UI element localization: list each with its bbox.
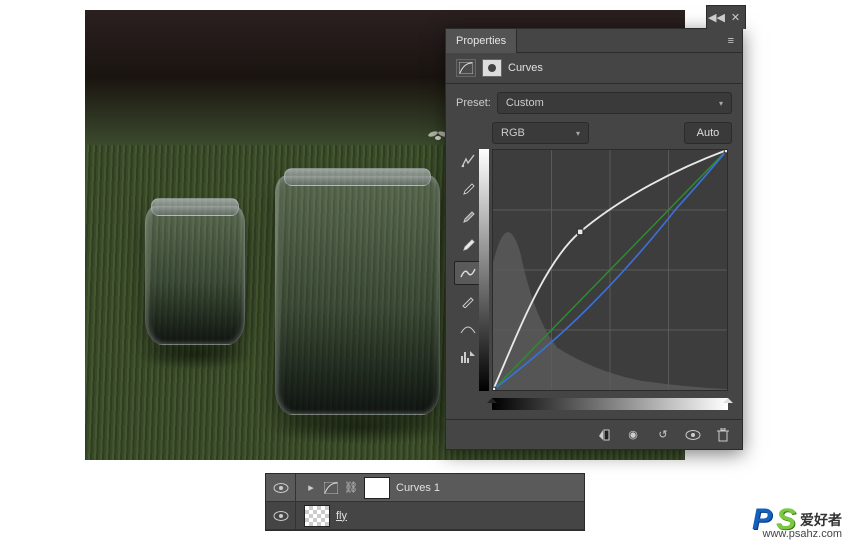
channel-select[interactable]: RGB ▾ (492, 122, 589, 144)
layer-row-fly[interactable]: fly (266, 502, 584, 530)
jar-shadow (265, 410, 455, 445)
link-icon[interactable]: ⛓ (344, 481, 358, 495)
panel-header: Properties ≡ (446, 29, 742, 53)
layer-row-curves[interactable]: ▸ ⛓ Curves 1 (266, 474, 584, 502)
visibility-toggle[interactable] (266, 474, 296, 502)
black-point-eyedropper-icon[interactable] (454, 177, 482, 201)
curves-thumb-icon (324, 481, 338, 495)
layer-thumb[interactable] (304, 505, 330, 527)
chevron-down-icon: ▾ (719, 99, 723, 108)
edit-points-tool-icon[interactable] (454, 261, 482, 285)
panel-collapse-bar[interactable]: ◀◀ ✕ (706, 5, 746, 29)
pencil-tool-icon[interactable] (454, 289, 482, 313)
visibility-toggle[interactable] (266, 502, 296, 530)
smooth-tool-icon[interactable] (454, 317, 482, 341)
watermark: P S 爱好者 www.psahz.com (752, 503, 842, 537)
reset-icon[interactable]: ↺ (654, 426, 672, 444)
mask-thumb[interactable] (364, 477, 390, 499)
channel-value: RGB (501, 127, 525, 139)
layer-name[interactable]: fly (336, 510, 347, 522)
white-point-eyedropper-icon[interactable] (454, 233, 482, 257)
black-input-slider[interactable] (487, 393, 497, 403)
gray-point-eyedropper-icon[interactable] (454, 205, 482, 229)
close-icon[interactable]: ✕ (731, 13, 741, 23)
preset-label: Preset: (456, 97, 491, 109)
output-gradient[interactable] (479, 149, 489, 391)
jar-large (275, 175, 440, 415)
panel-footer: ◉ ↺ (446, 419, 742, 449)
target-adjust-tool-icon[interactable] (454, 149, 482, 173)
wm-url: www.psahz.com (763, 528, 842, 540)
layer-name[interactable]: Curves 1 (396, 482, 440, 494)
chevron-down-icon: ▾ (576, 129, 580, 138)
curves-adjustment-icon (456, 59, 476, 77)
toggle-visibility-icon[interactable] (684, 426, 702, 444)
preset-select[interactable]: Custom ▾ (497, 92, 732, 114)
clip-histogram-icon[interactable] (454, 345, 482, 369)
delete-icon[interactable] (714, 426, 732, 444)
preset-value: Custom (506, 97, 544, 109)
wm-label: 爱好者 (800, 510, 842, 530)
jar-small (145, 205, 245, 345)
layers-snippet: ▸ ⛓ Curves 1 fly (265, 473, 585, 531)
input-gradient[interactable] (492, 398, 728, 410)
adjustment-header: Curves (446, 53, 742, 84)
curves-graph[interactable] (492, 149, 728, 391)
mask-icon[interactable] (482, 59, 502, 77)
clip-to-layer-icon[interactable] (594, 426, 612, 444)
collapse-icon[interactable]: ◀◀ (712, 13, 722, 23)
white-input-slider[interactable] (723, 393, 733, 403)
auto-button[interactable]: Auto (684, 122, 732, 144)
properties-tab[interactable]: Properties (446, 29, 517, 53)
adjustment-title: Curves (508, 62, 543, 74)
panel-menu-icon[interactable]: ≡ (720, 35, 742, 47)
view-previous-icon[interactable]: ◉ (624, 426, 642, 444)
expand-icon[interactable]: ▸ (304, 481, 318, 495)
properties-panel: ◀◀ ✕ Properties ≡ Curves Preset: Custom … (445, 28, 743, 450)
